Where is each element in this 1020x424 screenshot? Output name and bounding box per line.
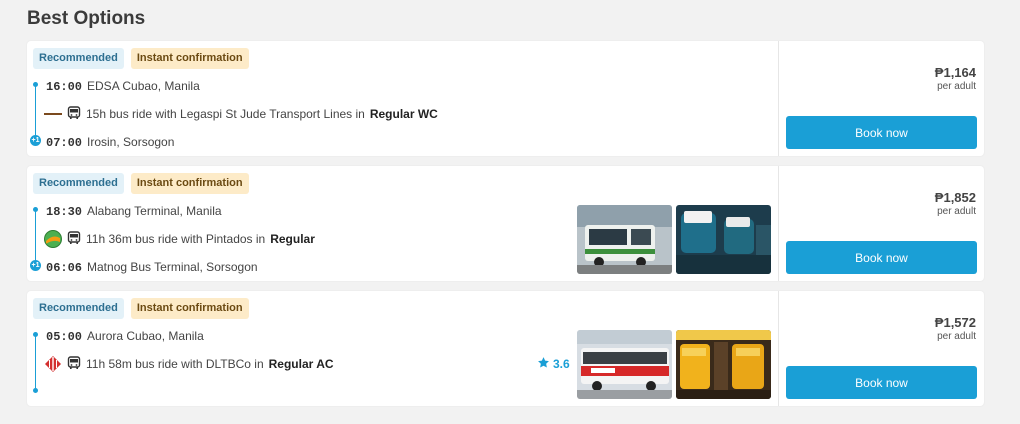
trip-option-card[interactable]: Recommended Instant confirmation +1 16:0… bbox=[27, 41, 984, 156]
book-now-button[interactable]: Book now bbox=[786, 116, 977, 149]
instant-confirmation-badge: Instant confirmation bbox=[130, 48, 249, 69]
departure-time: 16:00 bbox=[46, 80, 83, 94]
brown-line-logo-icon bbox=[44, 105, 62, 123]
section-title: Best Options bbox=[27, 8, 146, 29]
departure-stop: 18:30 Alabang Terminal, Manila bbox=[46, 204, 222, 219]
recommended-badge: Recommended bbox=[33, 173, 124, 194]
book-now-button[interactable]: Book now bbox=[786, 241, 977, 274]
rating-value: 3.6 bbox=[553, 357, 570, 371]
photo-gallery[interactable] bbox=[577, 330, 771, 399]
ride-description: 11h 36m bus ride with Pintados in bbox=[86, 232, 266, 246]
price-block: ₱1,572 per adult bbox=[935, 315, 976, 342]
departure-place: Aurora Cubao, Manila bbox=[87, 329, 204, 343]
departure-time: 18:30 bbox=[46, 205, 83, 219]
instant-confirmation-badge: Instant confirmation bbox=[130, 173, 249, 194]
card-divider bbox=[778, 291, 779, 406]
bus-icon bbox=[67, 355, 81, 373]
timeline-line bbox=[35, 210, 36, 265]
next-day-indicator: +1 bbox=[30, 260, 41, 271]
arrival-place: Irosin, Sorsogon bbox=[87, 135, 175, 149]
instant-confirmation-badge: Instant confirmation bbox=[130, 298, 249, 319]
bus-exterior-photo[interactable] bbox=[577, 330, 672, 399]
ride-description: 11h 58m bus ride with DLTBCo in bbox=[86, 357, 264, 371]
book-now-button[interactable]: Book now bbox=[786, 366, 977, 399]
recommended-badge: Recommended bbox=[33, 48, 124, 69]
recommended-badge: Recommended bbox=[33, 298, 124, 319]
pintados-logo-icon bbox=[44, 230, 62, 248]
card-divider bbox=[778, 166, 779, 281]
ride-info: 11h 36m bus ride with Pintados in Regula… bbox=[44, 230, 315, 248]
price-amount: ₱1,164 bbox=[934, 65, 976, 80]
departure-place: EDSA Cubao, Manila bbox=[87, 79, 200, 93]
departure-stop: 05:00 Aurora Cubao, Manila bbox=[46, 329, 204, 344]
trip-details: Recommended Instant confirmation +1 16:0… bbox=[27, 41, 778, 156]
arrival-stop: 07:00 Irosin, Sorsogon bbox=[46, 135, 174, 150]
route-timeline: +1 bbox=[30, 204, 41, 279]
departure-time: 05:00 bbox=[46, 330, 83, 344]
ride-info: 11h 58m bus ride with DLTBCo in Regular … bbox=[44, 355, 334, 373]
star-icon bbox=[537, 356, 550, 372]
timeline-line bbox=[35, 85, 36, 140]
price-block: ₱1,852 per adult bbox=[935, 190, 976, 217]
route-timeline: +1 bbox=[30, 79, 41, 154]
arrival-time: 06:06 bbox=[46, 261, 83, 275]
price-unit: per adult bbox=[937, 81, 976, 92]
departure-stop: 16:00 EDSA Cubao, Manila bbox=[46, 79, 200, 94]
bus-interior-photo[interactable] bbox=[676, 330, 771, 399]
price-unit: per adult bbox=[937, 206, 976, 217]
price-block: ₱1,164 per adult bbox=[935, 65, 976, 92]
card-divider bbox=[778, 41, 779, 156]
photo-gallery[interactable] bbox=[577, 205, 771, 274]
arrival-dot bbox=[33, 388, 38, 393]
dltbco-logo-icon bbox=[44, 355, 62, 373]
rating-badge: 3.6 bbox=[537, 356, 570, 372]
bus-icon bbox=[67, 105, 81, 123]
badge-group: Recommended Instant confirmation bbox=[33, 173, 249, 194]
trip-option-card[interactable]: Recommended Instant confirmation 05:00 Au… bbox=[27, 291, 984, 406]
bus-exterior-photo[interactable] bbox=[577, 205, 672, 274]
bus-class: Regular WC bbox=[369, 107, 438, 121]
arrival-stop: 06:06 Matnog Bus Terminal, Sorsogon bbox=[46, 260, 258, 275]
timeline-line bbox=[35, 335, 36, 390]
bus-interior-photo[interactable] bbox=[676, 205, 771, 274]
price-unit: per adult bbox=[937, 331, 976, 342]
bus-class: Regular AC bbox=[268, 357, 334, 371]
badge-group: Recommended Instant confirmation bbox=[33, 298, 249, 319]
ride-description: 15h bus ride with Legaspi St Jude Transp… bbox=[86, 107, 365, 121]
trip-option-card[interactable]: Recommended Instant confirmation +1 18:3… bbox=[27, 166, 984, 281]
next-day-indicator: +1 bbox=[30, 135, 41, 146]
departure-place: Alabang Terminal, Manila bbox=[87, 204, 222, 218]
arrival-time: 07:00 bbox=[46, 136, 83, 150]
arrival-place: Matnog Bus Terminal, Sorsogon bbox=[87, 260, 258, 274]
bus-icon bbox=[67, 230, 81, 248]
route-timeline bbox=[33, 329, 38, 404]
price-amount: ₱1,852 bbox=[934, 190, 976, 205]
ride-info: 15h bus ride with Legaspi St Jude Transp… bbox=[44, 105, 438, 123]
bus-class: Regular bbox=[270, 232, 315, 246]
trip-details: Recommended Instant confirmation 05:00 Au… bbox=[27, 291, 778, 406]
trip-details: Recommended Instant confirmation +1 18:3… bbox=[27, 166, 778, 281]
price-amount: ₱1,572 bbox=[934, 315, 976, 330]
badge-group: Recommended Instant confirmation bbox=[33, 48, 249, 69]
